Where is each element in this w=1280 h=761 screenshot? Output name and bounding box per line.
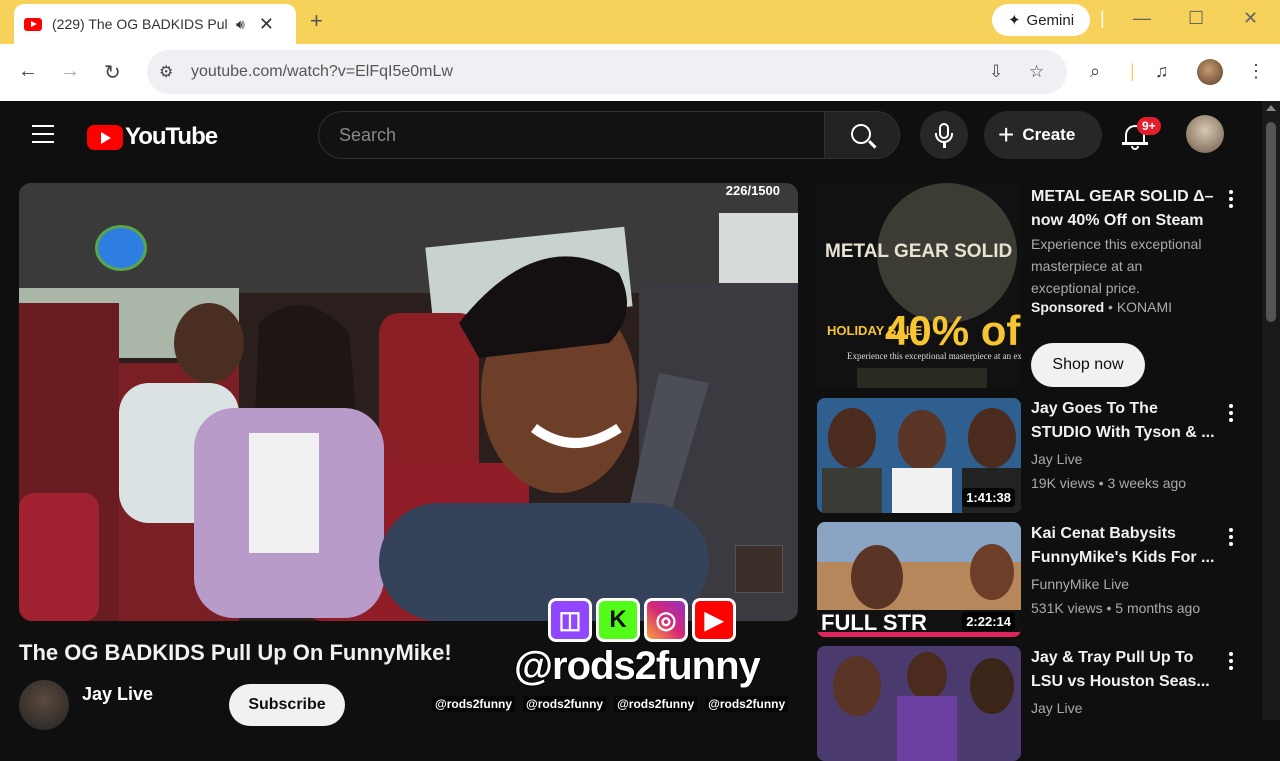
recommended-channel[interactable]: Jay Live (1031, 451, 1082, 467)
video-thumbnail[interactable]: FULL STR 2:22:14 (817, 522, 1021, 637)
browser-tab[interactable]: (229) The OG BADKIDS Pull Up On FunnyMik… (14, 4, 296, 44)
thumbnail-text: FULL STR (821, 610, 927, 635)
back-arrow-icon[interactable]: ← (18, 60, 38, 83)
ad-artwork: METAL GEAR SOLID HOLIDAY SALE 40% off Ex… (817, 183, 1021, 388)
chrome-profile-avatar[interactable] (1197, 59, 1223, 85)
reload-icon[interactable]: ↻ (104, 60, 121, 85)
gemini-button[interactable]: ✦ Gemini (992, 4, 1090, 36)
notification-badge: 9+ (1137, 117, 1161, 135)
gemini-label: Gemini (1026, 11, 1075, 29)
maximize-icon[interactable]: ☐ (1188, 8, 1204, 29)
social-icons-overlay: ◫ K ◎ ▶ (548, 598, 736, 642)
video-more-options-icon[interactable] (1229, 528, 1235, 549)
search-placeholder: Search (339, 125, 397, 145)
video-thumbnail[interactable] (817, 646, 1021, 761)
tiktok-handle: @rods2funny (705, 696, 789, 712)
thumbnail-image (817, 646, 1021, 761)
youtube-handle: @rods2funny (523, 696, 607, 712)
speaker-icon[interactable]: 🔊︎ (236, 16, 245, 33)
site-settings-icon[interactable]: ⚙ (159, 62, 173, 82)
minimize-icon[interactable]: — (1133, 8, 1151, 29)
hamburger-menu-icon[interactable] (32, 125, 54, 143)
recommended-video-title[interactable]: Kai Cenat Babysits FunnyMike's Kids For … (1031, 522, 1216, 570)
divider: | (1100, 8, 1105, 28)
search-icon (851, 124, 871, 144)
search-button[interactable] (824, 111, 900, 159)
install-app-icon[interactable]: ⇩ (989, 62, 1003, 82)
new-tab-button[interactable]: + (310, 8, 323, 34)
create-button[interactable]: + Create (984, 111, 1102, 159)
divider: | (1130, 61, 1135, 81)
video-more-options-icon[interactable] (1229, 404, 1235, 425)
video-duration: 1:41:38 (962, 488, 1015, 507)
channel-name[interactable]: Jay Live (82, 684, 153, 705)
youtube-icon: ▶ (692, 598, 736, 642)
twitch-handle: @rods2funny (432, 696, 516, 712)
recommended-channel[interactable]: FunnyMike Live (1031, 576, 1129, 592)
video-thumbnail[interactable]: 1:41:38 (817, 398, 1021, 513)
instagram-icon: ◎ (644, 598, 688, 642)
instagram-handle: @rods2funny (614, 696, 698, 712)
scroll-up-arrow-icon[interactable] (1266, 105, 1276, 111)
account-avatar[interactable] (1186, 115, 1224, 153)
streamer-cam-thumbnail (735, 545, 783, 593)
ad-thumb-logo: METAL GEAR SOLID (825, 241, 1012, 262)
recommended-meta: 531K views • 5 months ago (1031, 600, 1201, 616)
youtube-play-icon (87, 124, 123, 150)
channel-avatar[interactable] (19, 680, 69, 730)
create-label: Create (1022, 125, 1076, 144)
recommended-meta: 19K views • 3 weeks ago (1031, 475, 1187, 491)
youtube-favicon-icon (24, 17, 42, 31)
ad-description: Experience this exceptional masterpiece … (1031, 236, 1202, 296)
twitch-icon: ◫ (548, 598, 592, 642)
recommended-video-title[interactable]: Jay Goes To The STUDIO With Tyson & ... (1031, 397, 1216, 445)
bookmark-star-icon[interactable]: ☆ (1029, 62, 1044, 82)
frog-sticker-icon (95, 225, 147, 271)
video-title: The OG BADKIDS Pull Up On FunnyMike! (19, 640, 452, 665)
scrollbar-thumb[interactable] (1266, 122, 1276, 322)
forward-arrow-icon[interactable]: → (60, 60, 80, 83)
address-bar[interactable]: ⚙ youtube.com/watch?v=ElFqI5e0mLw ⇩ ☆ (147, 50, 1067, 94)
youtube-logo[interactable]: YouTube (87, 123, 218, 151)
voice-search-button[interactable] (920, 111, 968, 159)
close-tab-icon[interactable]: ✕ (259, 14, 274, 35)
close-window-icon[interactable]: ✕ (1243, 8, 1258, 29)
sponsored-label: Sponsored (1031, 299, 1105, 315)
lens-search-icon[interactable]: ⌕ (1090, 61, 1100, 82)
browser-tab-bar: (229) The OG BADKIDS Pull Up On FunnyMik… (0, 0, 1280, 44)
logo-text: YouTube (125, 123, 218, 150)
ad-sponsor-line: Sponsored • KONAMI (1031, 299, 1173, 315)
shop-now-button[interactable]: Shop now (1031, 343, 1145, 387)
ad-thumbnail[interactable]: METAL GEAR SOLID HOLIDAY SALE 40% off Ex… (817, 183, 1021, 388)
ad-title[interactable]: METAL GEAR SOLID Δ– now 40% Off on Steam (1031, 185, 1216, 233)
media-control-icon[interactable]: ♫ (1155, 61, 1169, 82)
url-text[interactable]: youtube.com/watch?v=ElFqI5e0mLw (191, 63, 453, 81)
video-player[interactable]: 226/1500 (19, 183, 798, 621)
watermark-handle: @rods2funny (513, 643, 762, 689)
recommended-video-title[interactable]: Jay & Tray Pull Up To LSU vs Houston Sea… (1031, 646, 1216, 694)
gemini-sparkle-icon: ✦ (1007, 12, 1021, 29)
advertiser: KONAMI (1116, 299, 1173, 315)
recommended-channel[interactable]: Jay Live (1031, 700, 1082, 716)
ad-more-options-icon[interactable] (1229, 190, 1235, 211)
more-menu-icon[interactable]: ⋮ (1247, 61, 1265, 82)
search-input[interactable]: Search (318, 111, 824, 159)
browser-toolbar: ← → ↻ ⚙ youtube.com/watch?v=ElFqI5e0mLw … (0, 44, 1280, 101)
view-counter: 226/1500 (725, 183, 780, 198)
plus-icon: + (998, 119, 1015, 150)
video-duration: 2:22:14 (962, 612, 1015, 631)
ad-thumb-caption: Experience this exceptional masterpiece … (847, 351, 1021, 361)
kick-icon: K (596, 598, 640, 642)
video-more-options-icon[interactable] (1229, 652, 1235, 673)
youtube-header: YouTube Search + Create (0, 101, 1262, 171)
social-handles-bar: @rods2funny @rods2funny @rods2funny @rod… (432, 696, 789, 712)
tab-title: (229) The OG BADKIDS Pull Up On FunnyMik… (52, 16, 228, 32)
ad-thumb-percent: 40% off (885, 307, 1021, 354)
